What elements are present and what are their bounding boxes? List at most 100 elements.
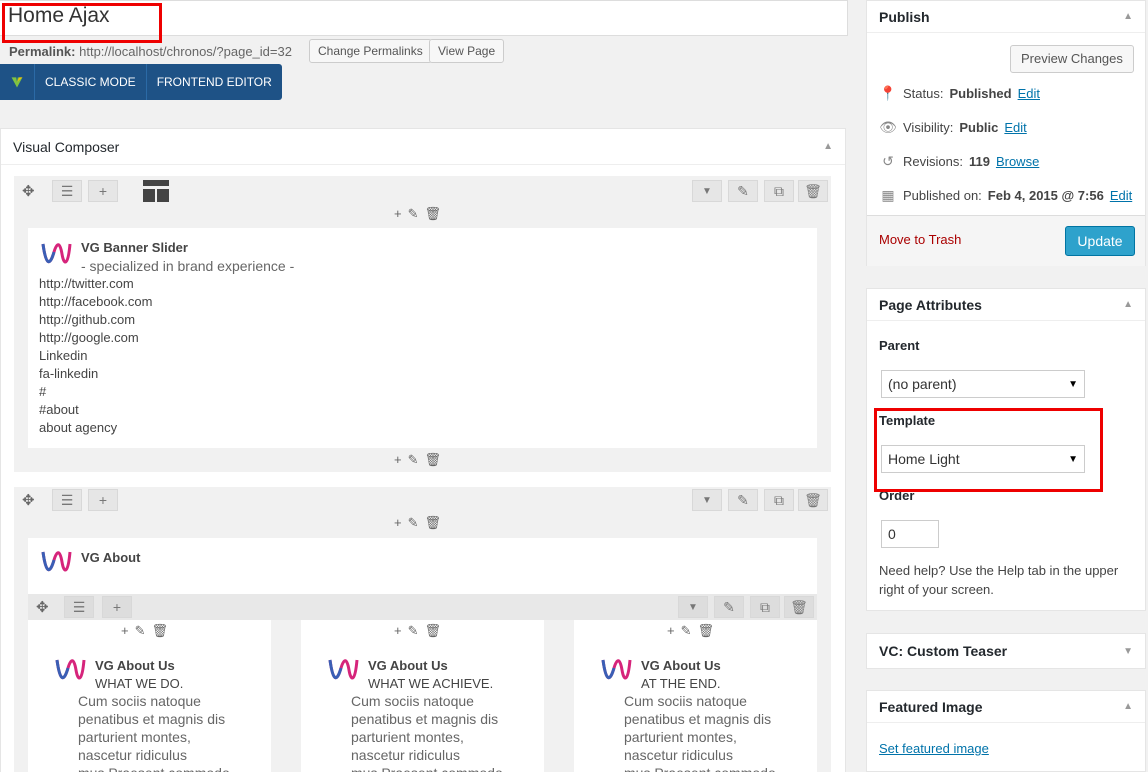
preview-changes-button[interactable]: Preview Changes: [1010, 45, 1134, 73]
vg-logo-icon: [600, 656, 632, 689]
row-clone-button[interactable]: ⧉: [764, 489, 794, 511]
about-us-heading: AT THE END.: [641, 676, 721, 691]
collapse-icon[interactable]: ▲: [1123, 299, 1133, 310]
text-line: Cum sociis natoque: [624, 693, 747, 709]
banner-line: #: [39, 384, 47, 399]
inner-row-edit-button[interactable]: ✎: [714, 596, 744, 618]
vg-about-element[interactable]: VG About: [28, 538, 817, 594]
edit-column-icon[interactable]: ✎: [681, 623, 692, 639]
visual-composer-header[interactable]: Visual Composer ▲: [1, 129, 845, 165]
expand-icon[interactable]: ▼: [1123, 646, 1133, 657]
add-element-icon[interactable]: +: [394, 515, 402, 531]
revisions-browse-link[interactable]: Browse: [996, 154, 1039, 169]
delete-column-icon[interactable]: 🗑: [425, 515, 442, 531]
history-icon: ↺: [882, 153, 894, 169]
text-line: nascetur ridiculus: [351, 747, 460, 763]
text-line: parturient montes,: [78, 729, 191, 745]
row-delete-button[interactable]: 🗑: [798, 489, 828, 511]
eye-icon: 👁: [879, 119, 897, 135]
custom-teaser-header[interactable]: VC: Custom Teaser ▼: [867, 634, 1145, 668]
revisions-label: Revisions:: [903, 154, 963, 169]
add-element-icon[interactable]: +: [394, 623, 402, 639]
add-element-icon[interactable]: +: [394, 206, 402, 222]
inner-row-clone-button[interactable]: ⧉: [750, 596, 780, 618]
row-toggle-button[interactable]: ▼: [692, 489, 722, 511]
text-line: penatibus et magnis dis: [624, 711, 772, 727]
update-button[interactable]: Update: [1065, 226, 1135, 256]
revisions-value: 119: [968, 154, 990, 169]
published-on-row: ▦ Published on: Feb 4, 2015 @ 7:56 Edit: [879, 187, 1132, 204]
row-delete-button[interactable]: 🗑: [798, 180, 828, 202]
page-attributes-header[interactable]: Page Attributes ▲: [867, 289, 1145, 321]
help-text: Need help? Use the Help tab in the upper…: [879, 561, 1118, 599]
order-input[interactable]: 0: [881, 520, 939, 548]
row-edit-button[interactable]: ✎: [728, 489, 758, 511]
collapse-icon[interactable]: ▲: [823, 141, 833, 152]
add-column-button[interactable]: +: [88, 180, 118, 202]
banner-line: http://facebook.com: [39, 294, 153, 309]
templates-icon[interactable]: [143, 180, 169, 205]
about-us-text: Cum sociis natoque penatibus et magnis d…: [351, 692, 503, 772]
column-tools: + ✎ 🗑: [121, 623, 168, 639]
visual-composer-title: Visual Composer: [13, 138, 120, 155]
inner-row-layout-button[interactable]: ☰: [64, 596, 94, 618]
edit-column-icon[interactable]: ✎: [408, 452, 419, 468]
text-line: nascetur ridiculus: [78, 747, 187, 763]
banner-slider-element[interactable]: VG Banner Slider - specialized in brand …: [28, 228, 817, 448]
featured-image-header[interactable]: Featured Image ▲: [867, 691, 1145, 723]
row-edit-button[interactable]: ✎: [728, 180, 758, 202]
text-line: parturient montes,: [351, 729, 464, 745]
view-page-button[interactable]: View Page: [429, 39, 505, 63]
parent-select[interactable]: (no parent) ▼: [881, 370, 1085, 398]
move-inner-row-icon[interactable]: ✥: [36, 598, 49, 616]
permalink-url[interactable]: http://localhost/chronos/?page_id=32: [79, 44, 292, 59]
banner-line: #about: [39, 402, 79, 417]
collapse-icon[interactable]: ▲: [1123, 701, 1133, 712]
delete-column-icon[interactable]: 🗑: [698, 623, 715, 639]
move-to-trash-link[interactable]: Move to Trash: [879, 232, 961, 247]
inner-row-delete-button[interactable]: 🗑: [784, 596, 814, 618]
publish-header[interactable]: Publish ▲: [867, 1, 1145, 33]
status-edit-link[interactable]: Edit: [1018, 86, 1040, 101]
edit-column-icon[interactable]: ✎: [408, 206, 419, 222]
published-edit-link[interactable]: Edit: [1110, 188, 1132, 203]
delete-column-icon[interactable]: 🗑: [425, 206, 442, 222]
classic-mode-button[interactable]: CLASSIC MODE: [34, 64, 146, 100]
set-featured-image-link[interactable]: Set featured image: [879, 741, 989, 756]
text-line: penatibus et magnis dis: [351, 711, 499, 727]
inner-row-toggle-button[interactable]: ▼: [678, 596, 708, 618]
column-tools-bottom: + ✎ 🗑: [394, 452, 441, 468]
add-column-button[interactable]: +: [88, 489, 118, 511]
page-attributes-title: Page Attributes: [879, 296, 982, 313]
publish-title: Publish: [879, 8, 930, 25]
add-element-icon[interactable]: +: [667, 623, 675, 639]
inner-add-column-button[interactable]: +: [102, 596, 132, 618]
edit-column-icon[interactable]: ✎: [408, 515, 419, 531]
delete-column-icon[interactable]: 🗑: [152, 623, 169, 639]
row-layout-button[interactable]: ☰: [52, 489, 82, 511]
collapse-icon[interactable]: ▲: [1123, 11, 1133, 22]
edit-column-icon[interactable]: ✎: [135, 623, 146, 639]
row-layout-button[interactable]: ☰: [52, 180, 82, 202]
about-column-2: + ✎ 🗑 VG About Us WHAT WE ACHIEVE. Cum soc…: [301, 620, 544, 772]
change-permalinks-button[interactable]: Change Permalinks: [309, 39, 432, 63]
vc-mode-toolbar: CLASSIC MODE FRONTEND EDITOR: [0, 64, 282, 100]
text-line: mus.Praesent commodo: [624, 764, 776, 772]
move-row-icon[interactable]: ✥: [22, 182, 35, 200]
edit-column-icon[interactable]: ✎: [408, 623, 419, 639]
delete-column-icon[interactable]: 🗑: [425, 623, 442, 639]
frontend-editor-button[interactable]: FRONTEND EDITOR: [145, 64, 282, 100]
permalink-label: Permalink:: [9, 44, 76, 59]
text-line: parturient montes,: [624, 729, 737, 745]
banner-slider-lines: http://twitter.com http://facebook.com h…: [39, 275, 152, 437]
move-row-icon[interactable]: ✥: [22, 491, 35, 509]
delete-column-icon[interactable]: 🗑: [425, 452, 442, 468]
row-clone-button[interactable]: ⧉: [764, 180, 794, 202]
add-element-icon[interactable]: +: [394, 452, 402, 468]
visibility-edit-link[interactable]: Edit: [1004, 120, 1026, 135]
banner-line: fa-linkedin: [39, 366, 99, 381]
permalink-row: Permalink: http://localhost/chronos/?pag…: [9, 44, 292, 59]
help-line-1: Need help? Use the Help tab in the upper: [879, 563, 1119, 578]
row-toggle-button[interactable]: ▼: [692, 180, 722, 202]
add-element-icon[interactable]: +: [121, 623, 129, 639]
